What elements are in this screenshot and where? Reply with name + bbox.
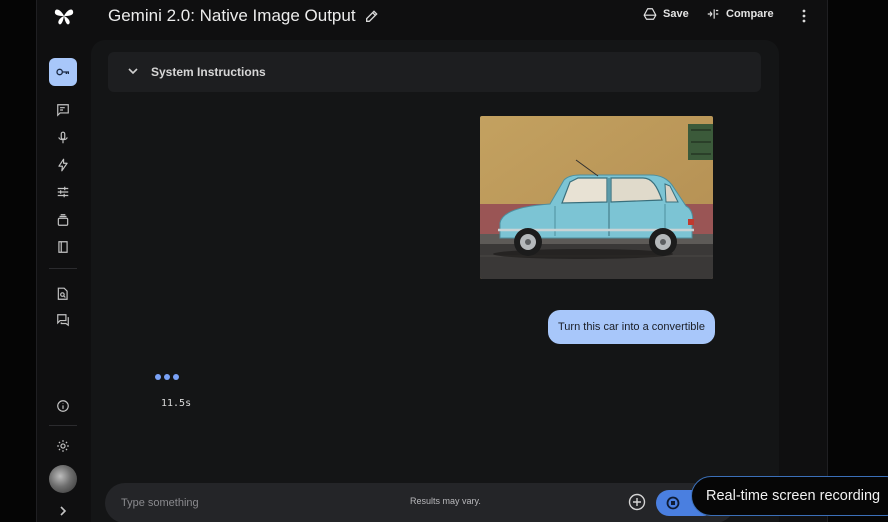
info-icon (57, 400, 69, 412)
tune-icon (57, 186, 69, 198)
screen-recording-toast: Real-time screen recording (691, 476, 888, 516)
loading-indicator (155, 374, 179, 380)
key-icon (56, 68, 69, 76)
edit-pencil-icon[interactable] (364, 8, 380, 24)
chevron-down-icon (128, 68, 138, 75)
stop-loading-icon (666, 496, 680, 510)
right-screen-edge (828, 0, 888, 522)
compare-icon (707, 9, 719, 19)
bolt-icon (58, 158, 68, 172)
app-logo-icon[interactable] (53, 5, 75, 27)
sidebar-item-docs[interactable] (55, 239, 71, 255)
user-avatar[interactable] (49, 465, 77, 493)
sidebar (37, 40, 89, 522)
save-button-label: Save (663, 8, 689, 20)
chevron-right-icon[interactable] (57, 504, 69, 518)
prompt-input-bar: Results may vary. (105, 483, 735, 522)
top-bar: Gemini 2.0: Native Image Output Save Com… (37, 0, 827, 36)
right-divider (827, 0, 828, 522)
sidebar-item-library[interactable] (55, 212, 71, 228)
toast-text: Real-time screen recording (706, 488, 881, 504)
car-photo-illustration (480, 116, 713, 279)
loading-dot (164, 374, 170, 380)
loading-dot (155, 374, 161, 380)
elapsed-timer: 11.5s (161, 398, 192, 409)
page-title: Gemini 2.0: Native Image Output (108, 6, 356, 25)
sidebar-separator (49, 268, 77, 269)
sidebar-item-api-key[interactable] (49, 58, 77, 86)
sidebar-separator (49, 425, 77, 426)
sidebar-item-starter-apps[interactable] (55, 157, 71, 173)
system-instructions-label: System Instructions (151, 65, 266, 79)
docs-book-icon (58, 241, 68, 253)
left-screen-edge (0, 0, 36, 522)
sidebar-item-chat-prompt[interactable] (55, 102, 71, 118)
compare-button[interactable]: Compare (706, 7, 774, 21)
results-disclaimer: Results may vary. (410, 496, 481, 506)
compare-button-label: Compare (726, 8, 774, 20)
settings-icon (57, 440, 69, 452)
loading-dot (173, 374, 179, 380)
prompt-input[interactable] (121, 493, 381, 513)
chat-prompt-icon (57, 104, 69, 117)
system-instructions-toggle[interactable]: System Instructions (108, 52, 761, 92)
more-vert-icon[interactable] (797, 8, 811, 24)
user-message-text: Turn this car into a convertible (558, 321, 705, 333)
sidebar-item-tune[interactable] (55, 184, 71, 200)
search-doc-icon (57, 287, 68, 300)
user-message-bubble: Turn this car into a convertible (548, 310, 715, 344)
add-media-icon[interactable] (628, 493, 646, 511)
sidebar-item-stream[interactable] (55, 130, 71, 146)
microphone-icon (58, 131, 68, 144)
sidebar-item-settings[interactable] (55, 438, 71, 454)
app-window: Gemini 2.0: Native Image Output Save Com… (37, 0, 827, 522)
sidebar-item-search-docs[interactable] (55, 286, 71, 302)
uploaded-car-image[interactable] (480, 116, 713, 279)
sidebar-item-info[interactable] (55, 398, 71, 414)
save-button[interactable]: Save (643, 7, 689, 21)
sidebar-item-forum[interactable] (55, 312, 71, 328)
forum-icon (57, 314, 69, 327)
gallery-icon (57, 214, 69, 226)
chat-panel: System Instructions Turn this car into a… (91, 40, 779, 522)
drive-icon (643, 8, 657, 20)
